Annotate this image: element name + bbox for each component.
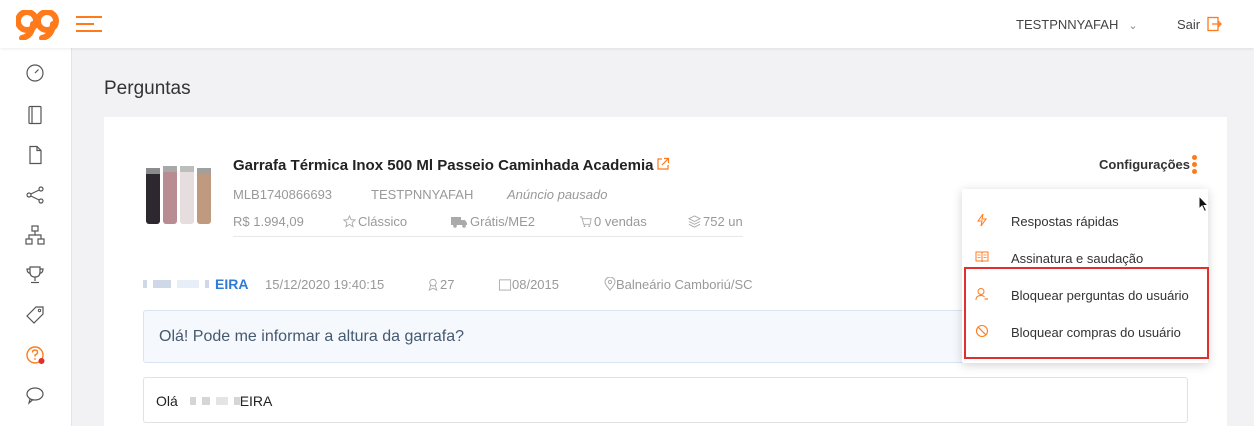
product-seller: TESTPNNYAFAH <box>371 187 474 202</box>
username: TESTPNNYAFAH <box>1016 17 1119 32</box>
chevron-down-icon: ⌄ <box>1128 20 1138 32</box>
tag-icon[interactable] <box>24 304 46 326</box>
redacted-text <box>201 397 210 405</box>
menu-item-bloquear-compras[interactable]: Bloquear compras do usuário <box>962 313 1208 350</box>
more-options-icon[interactable] <box>1189 155 1199 177</box>
question-datetime: 15/12/2020 19:40:15 <box>265 277 385 292</box>
menu-item-label: Respostas rápidas <box>1011 214 1119 229</box>
menu-item-label: Bloquear perguntas do usuário <box>1011 288 1189 303</box>
cart-icon <box>579 216 592 228</box>
menu-item-bloquear-perguntas[interactable]: Bloquear perguntas do usuário <box>962 276 1208 313</box>
external-link-icon[interactable] <box>656 157 670 171</box>
sidebar <box>0 48 72 426</box>
product-title[interactable]: Garrafa Térmica Inox 500 Ml Passeio Cami… <box>233 157 653 174</box>
chat-bubble-icon[interactable] <box>24 384 46 406</box>
trophy-icon[interactable] <box>24 264 46 286</box>
mouse-cursor-icon <box>1198 195 1210 213</box>
truck-icon <box>451 217 467 228</box>
document-icon[interactable] <box>24 144 46 166</box>
top-bar: TESTPNNYAFAH ⌄ Sair <box>0 0 1254 48</box>
redacted-text <box>205 280 209 288</box>
star-icon <box>342 214 357 228</box>
calendar-icon <box>498 279 512 291</box>
user-menu[interactable]: TESTPNNYAFAH ⌄ <box>1016 17 1138 32</box>
product-id: MLB1740866693 <box>233 187 333 202</box>
answer-text: Olá EIRA <box>156 393 273 409</box>
configuracoes-label[interactable]: Configurações <box>1099 157 1190 172</box>
layers-icon <box>687 215 702 228</box>
redacted-text <box>177 280 199 288</box>
menu-item-label: Bloquear compras do usuário <box>1011 325 1181 340</box>
shipping-info: Grátis/ME2 <box>451 214 535 229</box>
ban-icon <box>975 324 989 338</box>
logout-button[interactable]: Sair <box>1177 16 1222 32</box>
question-text: Olá! Pode me informar a altura da garraf… <box>159 328 465 345</box>
user-rating-icon <box>428 278 438 291</box>
dashboard-gauge-icon[interactable] <box>24 62 46 84</box>
asker-rating: 27 <box>426 277 454 292</box>
listing-status: Anúncio pausado <box>507 187 608 202</box>
location-pin-icon <box>604 276 616 291</box>
book-icon <box>975 251 989 263</box>
config-dropdown-menu: Respostas rápidas Assinatura e saudação … <box>962 189 1208 363</box>
menu-item-label: Assinatura e saudação <box>1011 251 1144 266</box>
logout-label: Sair <box>1177 17 1201 32</box>
sales-count: 0 vendas <box>579 214 647 229</box>
99-logo[interactable] <box>16 10 60 40</box>
asker-name[interactable]: EIRA <box>143 276 248 292</box>
user-block-icon <box>975 288 988 301</box>
page-title: Perguntas <box>104 78 191 99</box>
product-thumbnail[interactable] <box>143 160 219 226</box>
redacted-text <box>189 397 196 405</box>
lightning-icon <box>977 213 987 227</box>
sitemap-icon[interactable] <box>24 224 46 246</box>
share-icon[interactable] <box>24 184 46 206</box>
product-price: R$ 1.994,09 <box>233 214 304 229</box>
redacted-text <box>153 280 171 288</box>
logout-icon <box>1207 16 1222 32</box>
listing-type: Clássico <box>342 214 407 229</box>
asker-since: 08/2015 <box>498 277 559 292</box>
redacted-text <box>215 397 228 405</box>
divider <box>233 236 743 237</box>
notification-dot <box>38 358 45 364</box>
questions-icon[interactable] <box>24 344 46 366</box>
asker-location: Balneário Camboriú/SC <box>604 276 753 292</box>
menu-item-assinatura-saudacao[interactable]: Assinatura e saudação <box>962 239 1208 276</box>
answer-field[interactable]: Olá EIRA <box>143 377 1188 423</box>
notebook-icon[interactable] <box>24 104 46 126</box>
menu-item-respostas-rapidas[interactable]: Respostas rápidas <box>962 202 1208 239</box>
redacted-text <box>143 280 147 288</box>
menu-toggle-icon[interactable] <box>76 14 104 34</box>
stock-count: 752 un <box>687 214 743 229</box>
